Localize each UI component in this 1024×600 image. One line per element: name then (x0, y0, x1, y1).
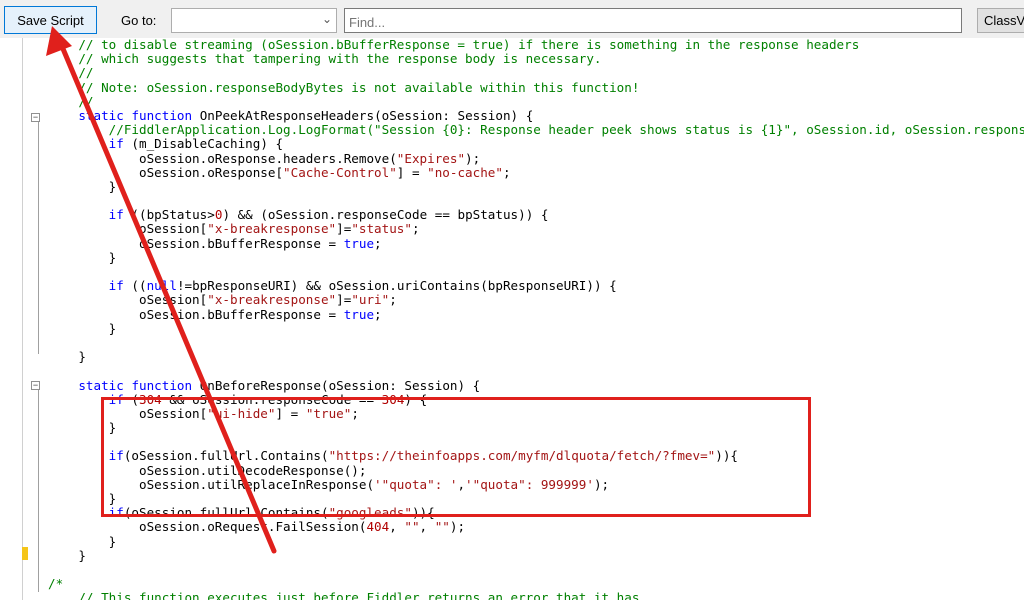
code-line: oSession.bBufferResponse = true; (48, 306, 382, 322)
fold-collapse-icon[interactable]: − (31, 113, 40, 122)
code-line: oSession.oResponse["Cache-Control"] = "n… (48, 164, 511, 180)
fold-collapse-icon[interactable]: − (31, 381, 40, 390)
code-line: } (48, 547, 86, 563)
code-line: if (m_DisableCaching) { (108, 136, 284, 152)
code-line: // (48, 93, 94, 109)
highlight-box-annotation (101, 397, 811, 517)
save-script-button[interactable]: Save Script (4, 6, 97, 34)
fold-guide (38, 390, 39, 592)
code-line: } (48, 320, 117, 336)
code-line: oSession.bBufferResponse = true; (48, 235, 382, 251)
code-line: oSession.oRequest.FailSession(404, "", "… (48, 519, 466, 535)
code-line: } (48, 533, 117, 549)
code-line: // (48, 65, 94, 81)
code-line: // Note: oSession.responseBodyBytes is n… (48, 79, 640, 95)
gutter-divider (22, 38, 23, 600)
code-line: } (48, 349, 86, 365)
code-line: /* (48, 576, 64, 592)
code-line: // to disable streaming (oSession.bBuffe… (48, 38, 860, 52)
code-line: if ((bpStatus>0) && (oSession.responseCo… (108, 207, 549, 223)
code-line: // This function executes just before Fi… (48, 590, 640, 600)
script-toolbar: Save Script Go to: ⌄ ClassV (0, 0, 1024, 39)
code-line: } (48, 178, 117, 194)
code-line: if ((null!=bpResponseURI) && oSession.ur… (108, 278, 617, 294)
fold-guide (38, 120, 39, 354)
code-line: oSession.oResponse.headers.Remove("Expir… (48, 150, 481, 166)
code-line: oSession["x-breakresponse"]="status"; (48, 221, 420, 237)
code-line: // which suggests that tampering with th… (48, 51, 602, 67)
code-line: static function OnBeforeResponse(oSessio… (78, 377, 481, 393)
code-line: } (48, 249, 117, 265)
code-line: //FiddlerApplication.Log.LogFormat("Sess… (48, 122, 1024, 138)
classview-button[interactable]: ClassV (977, 8, 1024, 33)
code-line: static function OnPeekAtResponseHeaders(… (78, 107, 534, 123)
code-line: oSession["x-breakresponse"]="uri"; (48, 292, 397, 308)
change-marker (22, 547, 28, 560)
find-input[interactable] (344, 8, 962, 33)
chevron-down-icon: ⌄ (321, 12, 332, 26)
goto-label: Go to: (121, 13, 157, 28)
goto-dropdown[interactable]: ⌄ (171, 8, 337, 33)
